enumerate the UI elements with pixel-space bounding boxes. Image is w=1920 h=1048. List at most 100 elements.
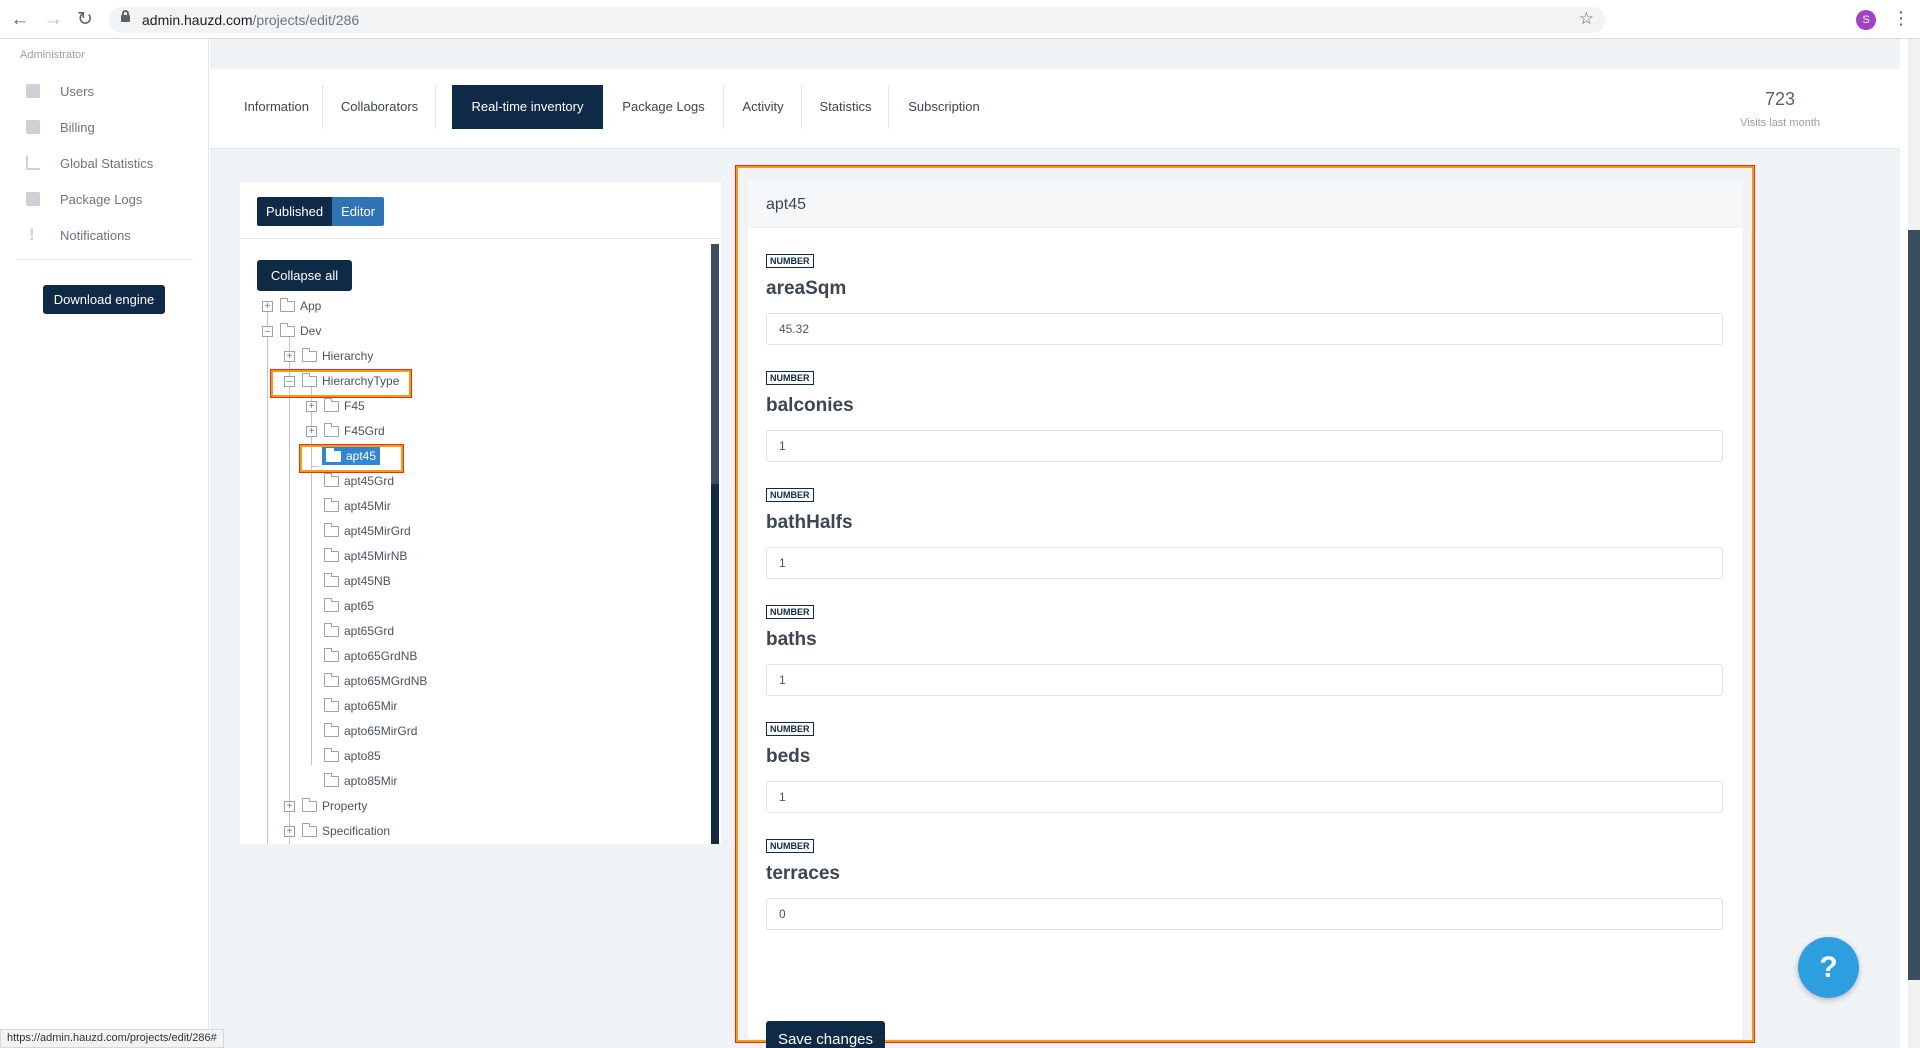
- profile-avatar[interactable]: S: [1856, 10, 1876, 30]
- tree-node-dev[interactable]: Dev: [280, 322, 321, 340]
- sidebar-item-users[interactable]: Users: [26, 80, 94, 102]
- tree-node-apto65mirgrd[interactable]: apto65MirGrd: [324, 722, 417, 740]
- sidebar-item-notifications[interactable]: Notifications: [26, 224, 131, 246]
- tree-node-f45[interactable]: F45: [324, 397, 365, 415]
- tab-subscription[interactable]: Subscription: [889, 85, 999, 129]
- reload-icon[interactable]: ↻: [74, 9, 96, 31]
- tree-node-app[interactable]: App: [280, 297, 321, 315]
- tree-node-apt45mirgrd[interactable]: apt45MirGrd: [324, 522, 411, 540]
- tree-node-apto85mir[interactable]: apto85Mir: [324, 772, 397, 790]
- balconies-input[interactable]: [766, 430, 1723, 462]
- folder-icon: [324, 722, 339, 737]
- tree-scrollbar-thumb[interactable]: [711, 244, 719, 484]
- sidebar-item-billing[interactable]: Billing: [26, 116, 95, 138]
- forward-arrow-icon[interactable]: →: [42, 9, 64, 31]
- folder-icon: [324, 497, 339, 512]
- tree-node-f45grd[interactable]: F45Grd: [324, 422, 385, 440]
- browser-menu-icon[interactable]: ⋮: [1892, 8, 1910, 29]
- panel-title: apt45: [766, 196, 807, 213]
- tree-header-divider: [240, 238, 721, 239]
- tree-node-hierarchy[interactable]: Hierarchy: [302, 347, 373, 365]
- expand-icon[interactable]: +: [284, 801, 295, 812]
- expand-icon[interactable]: +: [262, 301, 273, 312]
- tree-node-apt65[interactable]: apt65: [324, 597, 374, 615]
- package-icon: [26, 192, 40, 206]
- tree-node-apto85[interactable]: apto85: [324, 747, 381, 765]
- tree-node-apt45mir[interactable]: apt45Mir: [324, 497, 391, 515]
- lock-icon: [121, 10, 130, 22]
- type-badge: NUMBER: [766, 605, 814, 619]
- tab-real-time-inventory[interactable]: Real-time inventory: [452, 85, 603, 129]
- beds-input[interactable]: [766, 781, 1723, 813]
- bathhalfs-input[interactable]: [766, 547, 1723, 579]
- bookmark-star-icon[interactable]: ☆: [1579, 9, 1594, 29]
- field-label: terraces: [766, 863, 840, 884]
- help-button[interactable]: ?: [1798, 937, 1859, 998]
- browser-toolbar: ← → ↻ admin.hauzd.com/projects/edit/286 …: [0, 0, 1920, 39]
- download-engine-button[interactable]: Download engine: [43, 285, 165, 314]
- inventory-tree-panel: Published Editor Collapse all + App – De…: [240, 182, 721, 844]
- project-tabs: Information Collaborators Real-time inve…: [210, 69, 1900, 149]
- status-bar-url: https://admin.hauzd.com/projects/edit/28…: [0, 1029, 224, 1048]
- folder-icon: [324, 472, 339, 487]
- tree-view: + App – Dev + Hierarchy – HierarchyType …: [240, 294, 710, 844]
- sidebar-item-label: Global Statistics: [60, 155, 154, 171]
- folder-icon: [324, 547, 339, 562]
- folder-icon: [302, 797, 317, 812]
- sidebar-item-global-statistics[interactable]: Global Statistics: [26, 152, 153, 174]
- field-label: bathHalfs: [766, 512, 853, 533]
- highlight-box: [270, 369, 412, 398]
- tab-package-logs[interactable]: Package Logs: [603, 85, 724, 129]
- address-bar[interactable]: admin.hauzd.com/projects/edit/286 ☆: [109, 7, 1606, 33]
- tree-node-apt65grd[interactable]: apt65Grd: [324, 622, 394, 640]
- editor-toggle-button[interactable]: Editor: [332, 197, 385, 226]
- folder-icon: [324, 647, 339, 662]
- page-scrollbar-thumb[interactable]: [1908, 230, 1920, 980]
- folder-icon: [324, 572, 339, 587]
- expand-icon[interactable]: +: [306, 426, 317, 437]
- folder-icon: [280, 322, 295, 337]
- folder-icon: [324, 397, 339, 412]
- visits-label: Visits last month: [1740, 117, 1820, 129]
- tree-node-apt45mirnb[interactable]: apt45MirNB: [324, 547, 407, 565]
- folder-icon: [324, 747, 339, 762]
- user-icon: [26, 84, 40, 98]
- folder-icon: [324, 697, 339, 712]
- areasqm-input[interactable]: [766, 313, 1723, 345]
- node-properties-panel: apt45 NUMBER areaSqm NUMBER balconies NU…: [748, 181, 1742, 1048]
- panel-header: apt45: [748, 181, 1742, 228]
- tree-node-apt45nb[interactable]: apt45NB: [324, 572, 391, 590]
- collapse-icon[interactable]: –: [262, 326, 273, 337]
- mode-toggle: Published Editor: [257, 197, 385, 226]
- expand-icon[interactable]: +: [306, 401, 317, 412]
- tree-node-apt45grd[interactable]: apt45Grd: [324, 472, 394, 490]
- tree-node-specification[interactable]: Specification: [302, 822, 390, 840]
- expand-icon[interactable]: +: [284, 351, 295, 362]
- main-content: Information Collaborators Real-time inve…: [210, 39, 1900, 1048]
- type-badge: NUMBER: [766, 371, 814, 385]
- folder-icon: [280, 297, 295, 312]
- tab-statistics[interactable]: Statistics: [802, 85, 889, 129]
- save-changes-button[interactable]: Save changes: [766, 1021, 885, 1048]
- tree-node-apto65mgrdnb[interactable]: apto65MGrdNB: [324, 672, 427, 690]
- highlight-box: [299, 444, 404, 473]
- expand-icon[interactable]: +: [284, 826, 295, 837]
- sidebar-item-label: Billing: [60, 119, 95, 135]
- sidebar-item-package-logs[interactable]: Package Logs: [26, 188, 142, 210]
- tree-node-apto65mir[interactable]: apto65Mir: [324, 697, 397, 715]
- tree-connector: [311, 380, 312, 765]
- tab-collaborators[interactable]: Collaborators: [323, 85, 436, 129]
- tree-node-property[interactable]: Property: [302, 797, 367, 815]
- folder-icon: [324, 597, 339, 612]
- terraces-input[interactable]: [766, 898, 1723, 930]
- type-badge: NUMBER: [766, 254, 814, 268]
- collapse-all-button[interactable]: Collapse all: [257, 260, 352, 291]
- chart-icon: [26, 156, 40, 170]
- published-toggle-button[interactable]: Published: [257, 197, 333, 226]
- tab-information[interactable]: Information: [230, 85, 323, 129]
- tab-activity[interactable]: Activity: [724, 85, 802, 129]
- folder-icon: [324, 422, 339, 437]
- back-arrow-icon[interactable]: ←: [9, 9, 31, 31]
- tree-node-apto65grdnb[interactable]: apto65GrdNB: [324, 647, 417, 665]
- baths-input[interactable]: [766, 664, 1723, 696]
